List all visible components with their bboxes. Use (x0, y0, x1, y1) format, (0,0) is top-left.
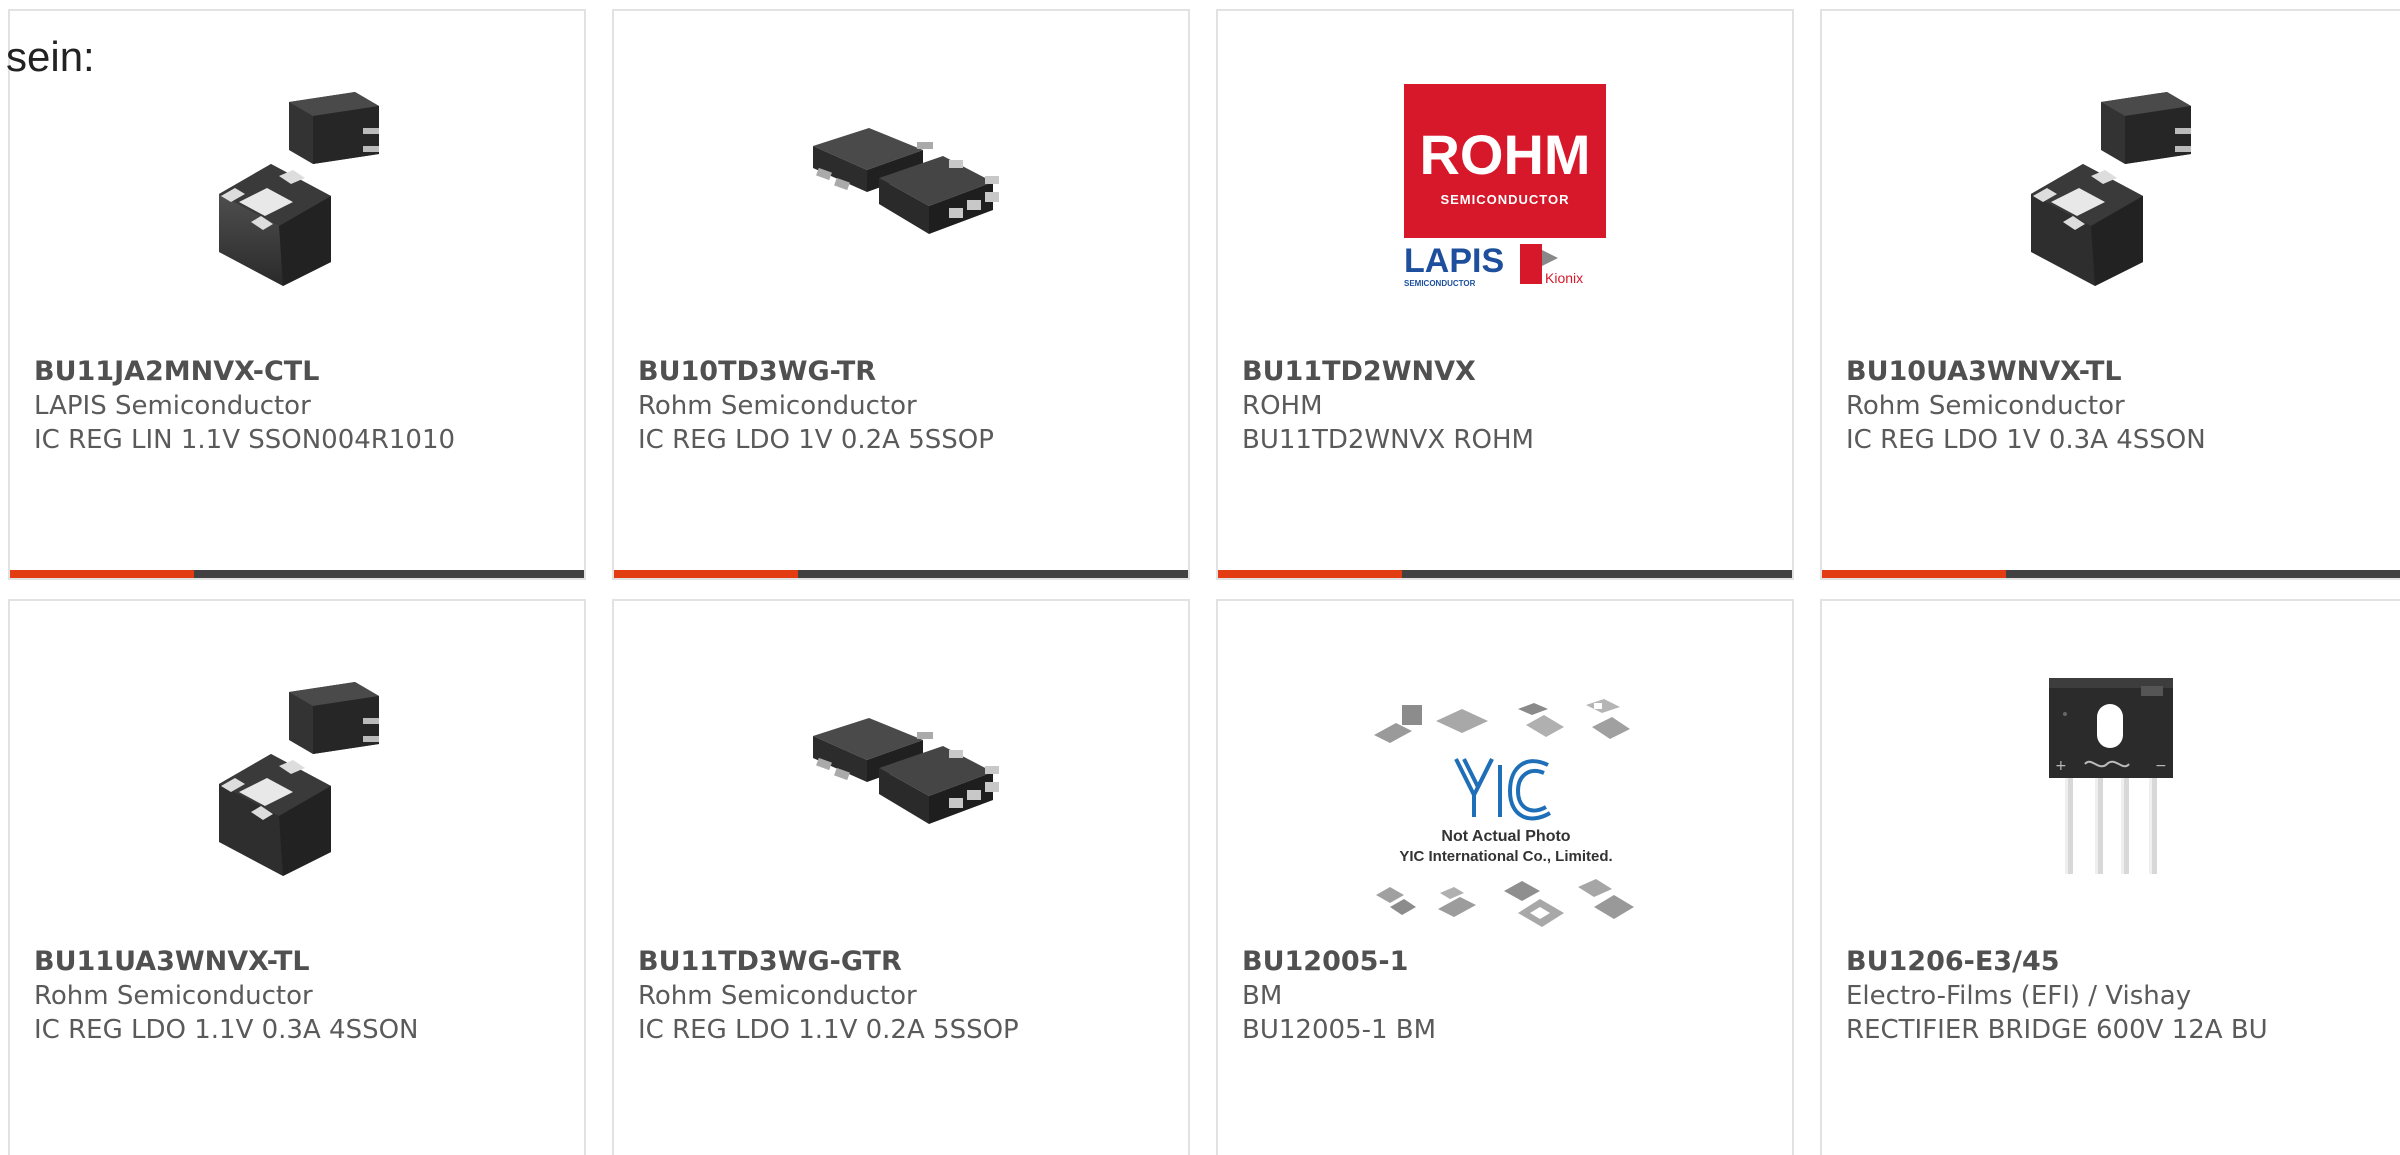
description: BU12005-1 BM (1242, 1015, 1437, 1045)
product-card[interactable]: BU11TD3WG-GTR Rohm Semiconductor IC REG … (612, 599, 1190, 1155)
product-info: BU11JA2MNVX-CTL LAPIS Semiconductor IC R… (34, 355, 574, 457)
product-image[interactable]: + − (2007, 674, 2215, 882)
description: IC REG LDO 1.1V 0.3A 4SSON (34, 1015, 419, 1045)
part-number[interactable]: BU12005-1 (1242, 945, 1782, 979)
ssop-package-icon (813, 128, 999, 234)
product-info: BU10UA3WNVX-TL Rohm Semiconductor IC REG… (1846, 355, 2396, 457)
son-package-icon (219, 682, 379, 876)
product-info: BU12005-1 BM BU12005-1 BM (1242, 945, 1782, 1047)
description: BU11TD2WNVX ROHM (1242, 425, 1534, 455)
manufacturer: Electro-Films (EFI) / Vishay (1846, 981, 2192, 1011)
ssop-package-icon (813, 718, 999, 824)
product-info: BU10TD3WG-TR Rohm Semiconductor IC REG L… (638, 355, 1178, 457)
description: IC REG LIN 1.1V SSON004R1010 (34, 425, 456, 455)
part-number[interactable]: BU11TD3WG-GTR (638, 945, 1178, 979)
rohm-logo-text: ROHM (1419, 123, 1590, 186)
product-image[interactable] (195, 674, 403, 882)
part-number[interactable]: BU1206-E3/45 (1846, 945, 2396, 979)
product-card[interactable]: BU11UA3WNVX-TL Rohm Semiconductor IC REG… (8, 599, 586, 1155)
placeholder-line-1: Not Actual Photo (1441, 828, 1570, 845)
svg-text:−: − (2155, 758, 2167, 774)
card-accent-bar (614, 570, 798, 578)
manufacturer: Rohm Semiconductor (638, 391, 917, 421)
product-card[interactable]: BU10TD3WG-TR Rohm Semiconductor IC REG L… (612, 9, 1190, 580)
card-bottom-bar (10, 570, 584, 578)
card-accent-bar (1822, 570, 2006, 578)
rohm-logo-icon: ROHM SEMICONDUCTOR LAPIS SEMICONDUCTOR K… (1404, 84, 1606, 288)
product-grid: BU11JA2MNVX-CTL LAPIS Semiconductor IC R… (8, 9, 2400, 1155)
son-package-icon (219, 92, 379, 286)
product-info: BU11TD2WNVX ROHM BU11TD2WNVX ROHM (1242, 355, 1782, 457)
manufacturer: Rohm Semiconductor (34, 981, 313, 1011)
product-image[interactable] (799, 674, 1007, 882)
manufacturer: Rohm Semiconductor (1846, 391, 2125, 421)
product-info: BU11UA3WNVX-TL Rohm Semiconductor IC REG… (34, 945, 574, 1047)
description: IC REG LDO 1.1V 0.2A 5SSOP (638, 1015, 1019, 1045)
svg-text:+: + (2055, 758, 2067, 774)
part-number[interactable]: BU11JA2MNVX-CTL (34, 355, 574, 389)
part-number[interactable]: BU11UA3WNVX-TL (34, 945, 574, 979)
product-image[interactable]: Not Actual Photo YIC International Co., … (1368, 699, 1644, 945)
description: IC REG LDO 1V 0.3A 4SSON (1846, 425, 2206, 455)
card-accent-bar (10, 570, 194, 578)
placeholder-line-2: YIC International Co., Limited. (1399, 848, 1612, 865)
lapis-logo-text: LAPIS (1404, 242, 1504, 280)
part-number[interactable]: BU10UA3WNVX-TL (1846, 355, 2396, 389)
description: RECTIFIER BRIDGE 600V 12A BU (1846, 1015, 2268, 1045)
product-card[interactable]: ROHM SEMICONDUCTOR LAPIS SEMICONDUCTOR K… (1216, 9, 1794, 580)
rohm-logo-subtext: SEMICONDUCTOR (1440, 192, 1569, 207)
part-number[interactable]: BU11TD2WNVX (1242, 355, 1782, 389)
manufacturer: LAPIS Semiconductor (34, 391, 311, 421)
kionix-logo-text: Kionix (1545, 270, 1583, 286)
manufacturer: BM (1242, 981, 1283, 1011)
bridge-rectifier-icon: + − (2049, 678, 2173, 874)
card-bottom-bar (1822, 570, 2400, 578)
product-card[interactable]: Not Actual Photo YIC International Co., … (1216, 599, 1794, 1155)
card-bottom-bar (1218, 570, 1792, 578)
part-number[interactable]: BU10TD3WG-TR (638, 355, 1178, 389)
product-card[interactable]: + − BU1206-E3/45 Electro-Films (EFI) / V… (1820, 599, 2400, 1155)
product-info: BU1206-E3/45 Electro-Films (EFI) / Visha… (1846, 945, 2396, 1047)
product-image[interactable] (2007, 84, 2215, 292)
yic-placeholder-icon: Not Actual Photo YIC International Co., … (1374, 699, 1634, 927)
son-package-icon (2031, 92, 2191, 286)
card-accent-bar (1218, 570, 1402, 578)
card-bottom-bar (614, 570, 1188, 578)
product-image[interactable] (195, 84, 403, 292)
description: IC REG LDO 1V 0.2A 5SSOP (638, 425, 994, 455)
intro-text: sein: (6, 33, 95, 80)
product-info: BU11TD3WG-GTR Rohm Semiconductor IC REG … (638, 945, 1178, 1047)
product-image[interactable]: ROHM SEMICONDUCTOR LAPIS SEMICONDUCTOR K… (1402, 82, 1608, 292)
yic-logo-icon (1454, 758, 1552, 821)
lapis-logo-subtext: SEMICONDUCTOR (1404, 279, 1476, 288)
product-image[interactable] (799, 84, 1007, 292)
product-card[interactable]: BU10UA3WNVX-TL Rohm Semiconductor IC REG… (1820, 9, 2400, 580)
product-card[interactable]: BU11JA2MNVX-CTL LAPIS Semiconductor IC R… (8, 9, 586, 580)
manufacturer: Rohm Semiconductor (638, 981, 917, 1011)
manufacturer: ROHM (1242, 391, 1323, 421)
